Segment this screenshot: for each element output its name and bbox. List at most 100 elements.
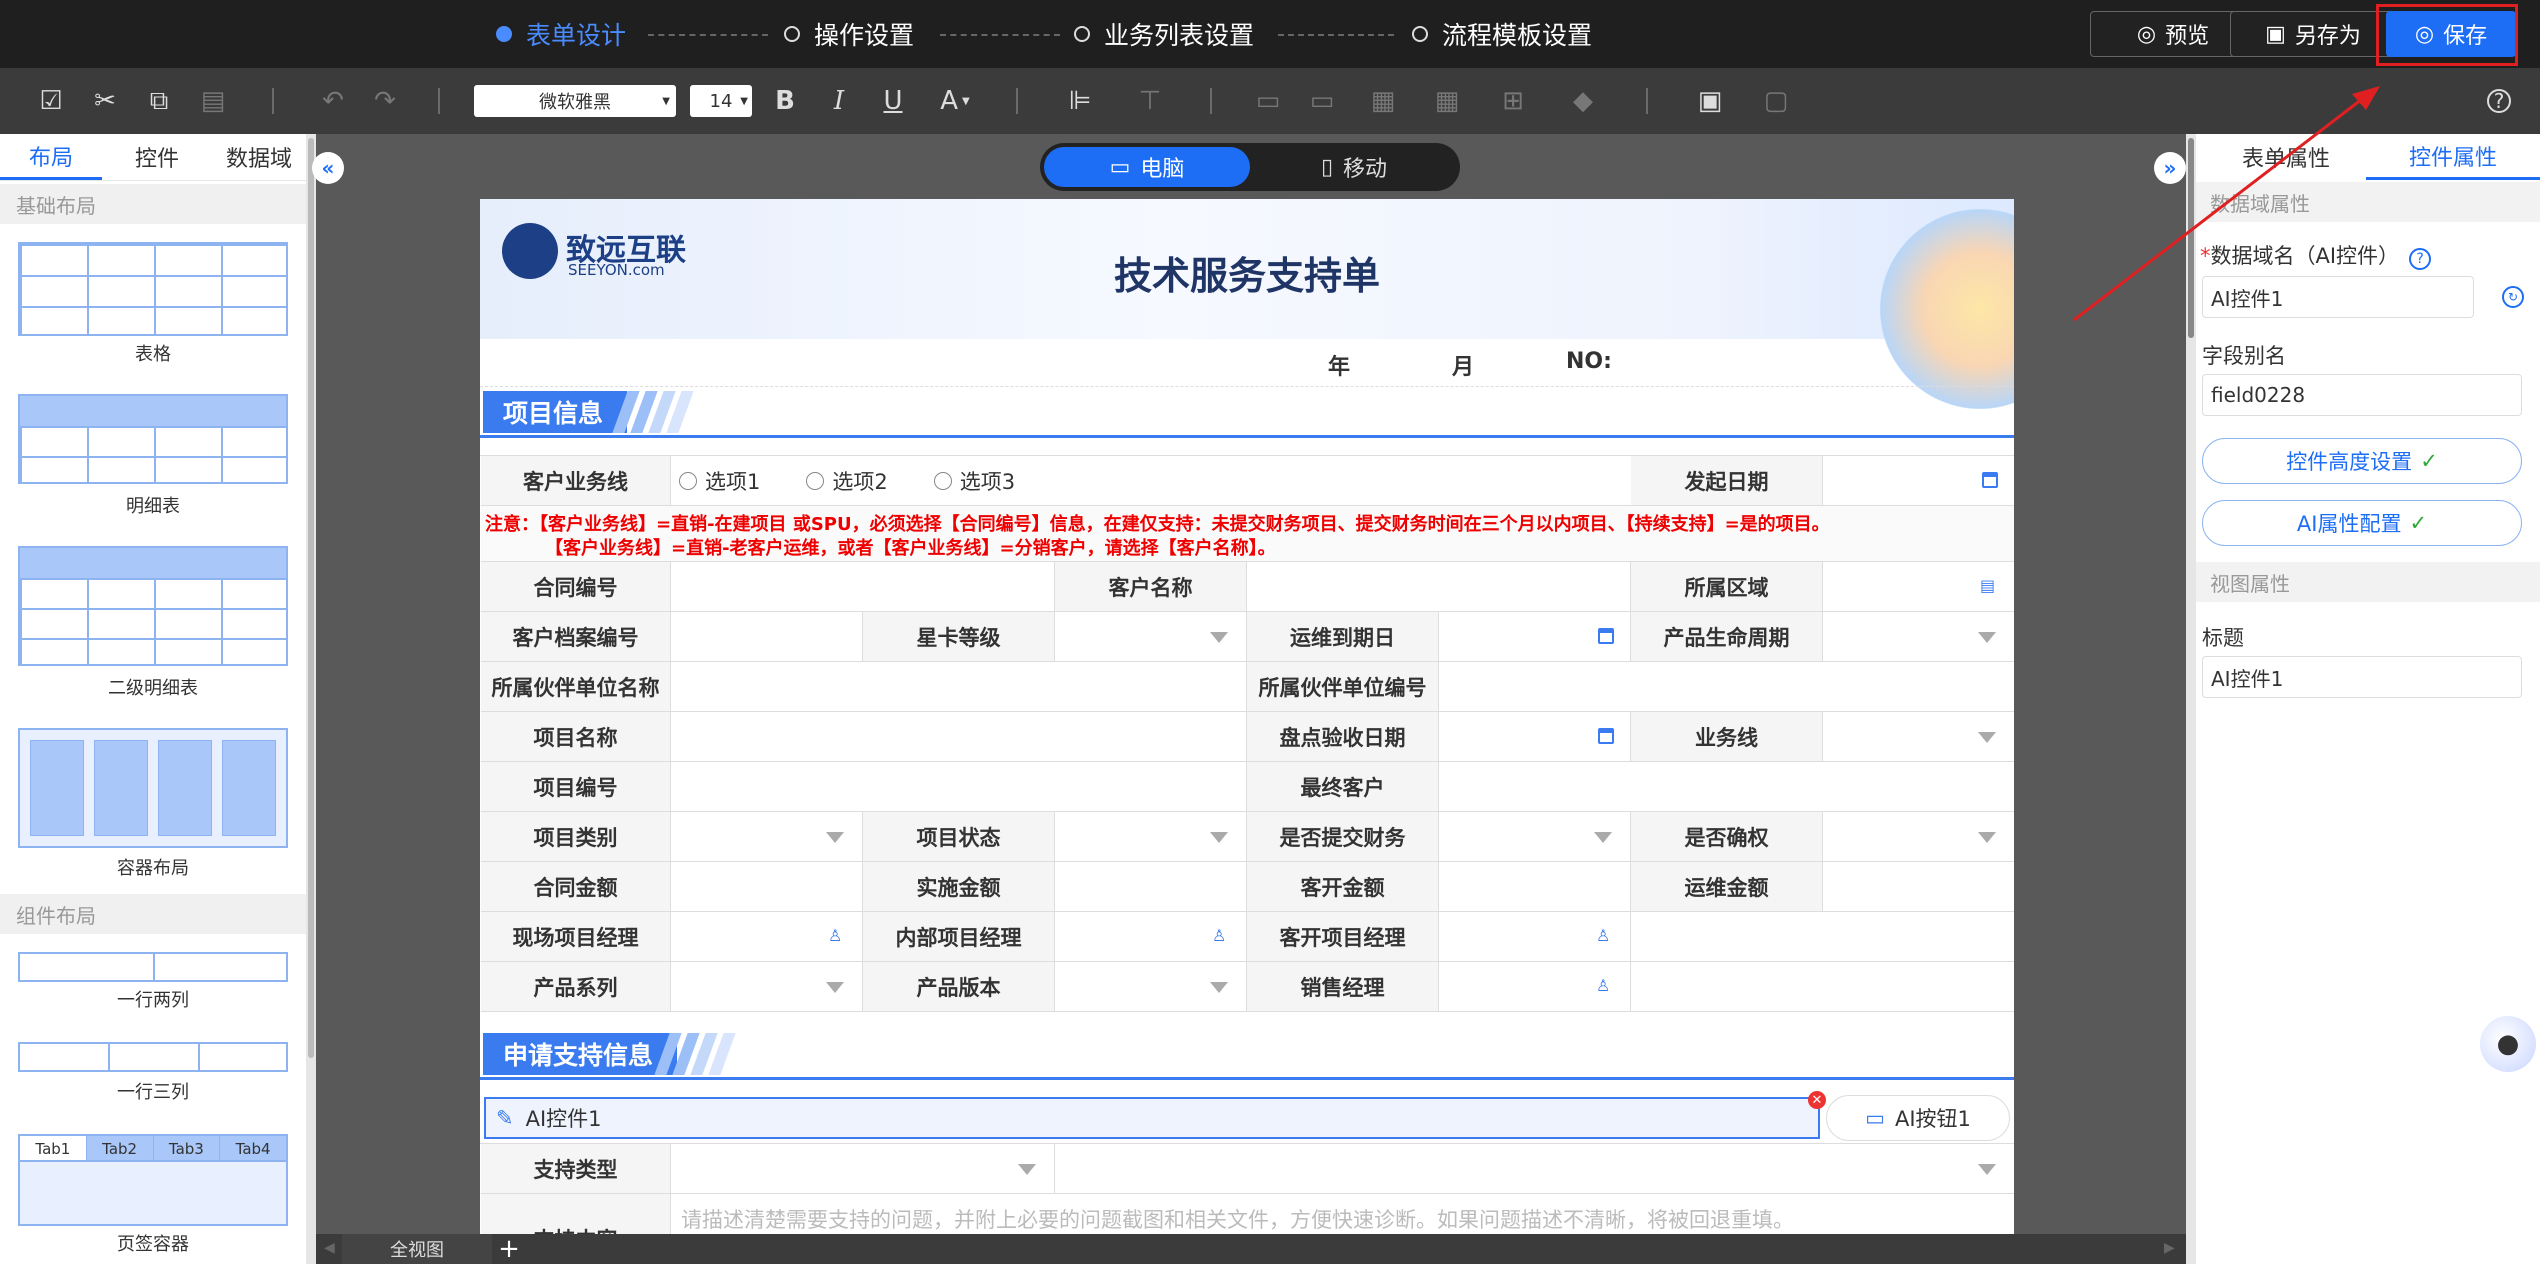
maint-expiry-field[interactable] [1439,612,1631,662]
align-left-icon[interactable]: ⊫ [1060,68,1100,134]
delete-icon[interactable]: ✕ [1808,1091,1826,1109]
partner-no-field[interactable] [1439,662,2014,712]
sales-manager-field[interactable]: ♙ [1439,962,1631,1012]
device-pc-button[interactable]: ▭ 电脑 [1044,147,1250,187]
star-level-select[interactable] [1055,612,1247,662]
title-input[interactable]: AI控件1 [2202,656,2522,698]
left-scrollbar[interactable] [306,134,316,1264]
step-connector [648,34,768,36]
scroll-thumb[interactable] [308,138,314,1058]
save-as-button[interactable]: ▣ 另存为 [2230,11,2396,57]
layout-subdetail-thumb[interactable] [18,546,288,666]
final-customer-field[interactable] [1439,762,2014,812]
layout-icon[interactable]: ▣ [1690,68,1730,134]
chevron-down-icon: ▼ [662,95,670,107]
scroll-right-icon[interactable]: ▶ [2164,1240,2175,1256]
font-size-select[interactable]: 14 ▼ [690,85,752,117]
region-field[interactable]: ▤ [1823,562,2014,612]
ai-button[interactable]: ▭ AI按钮1 [1826,1095,2010,1141]
font-family-select[interactable]: 微软雅黑 ▼ [474,85,676,117]
cut-icon[interactable]: ✂ [90,68,120,134]
product-lifecycle-select[interactable] [1823,612,2014,662]
delete-row-icon[interactable]: ▦ [1424,68,1470,134]
assistant-robot-icon[interactable]: ● [2480,1016,2536,1072]
alias-input[interactable]: field0228 [2202,374,2522,416]
support-subtype-select[interactable] [1055,1144,2014,1194]
tab-chip: Tab2 [86,1136,154,1160]
add-view-button[interactable]: + [494,1234,524,1264]
layout-detail-thumb[interactable] [18,394,288,484]
help-icon[interactable]: ? [2409,248,2432,270]
full-view-tab[interactable]: 全视图 [342,1234,492,1264]
redo-icon[interactable]: ↷ [370,68,400,134]
impl-amount-field[interactable] [1055,862,1247,912]
ai-control-field[interactable]: ✎ AI控件1 ✕ [484,1091,1826,1139]
maint-amount-field[interactable] [1823,862,2014,912]
layout-two-col-thumb[interactable] [18,952,288,982]
support-content-textarea[interactable]: 请描述清楚需要支持的问题，并附上必要的问题截图和相关文件，方便快速诊断。如果问题… [671,1194,2014,1234]
form-title[interactable]: 技术服务支持单 [480,245,2014,300]
alias-label: 字段别名 [2202,344,2286,368]
radio-option-1[interactable]: 选项1 [679,466,760,496]
merge-cells-icon[interactable]: ▭ [1250,68,1286,134]
contract-amount-field[interactable] [671,862,863,912]
chevron-down-icon [1978,832,1996,843]
ai-config-button[interactable]: AI属性配置 ✓ [2202,500,2522,546]
contract-no-field[interactable] [671,562,1055,612]
select-all-icon[interactable]: ☑ [36,68,66,134]
undo-icon[interactable]: ↶ [318,68,348,134]
tab-data-domain[interactable]: 数据域 [212,134,306,180]
layout-three-col-thumb[interactable] [18,1042,288,1072]
fill-color-icon[interactable]: ◆ [1560,68,1606,134]
scroll-left-icon[interactable]: ◀ [324,1240,335,1256]
step-form-design[interactable]: 表单设计 [496,0,626,68]
border-icon[interactable]: ⊞ [1490,68,1536,134]
device-mobile-button[interactable]: ▯ 移动 [1252,147,1456,187]
step-operation-settings[interactable]: 操作设置 [784,0,914,68]
step-list-settings[interactable]: 业务列表设置 [1074,0,1254,68]
bold-icon[interactable]: B [770,68,800,134]
project-no-field[interactable] [671,762,1247,812]
product-series-select[interactable] [671,962,863,1012]
archive-no-field[interactable] [671,612,863,662]
project-status-select[interactable] [1055,812,1247,862]
copy-icon[interactable]: ⧉ [144,68,174,134]
partner-name-field[interactable] [671,662,1247,712]
tab-controls[interactable]: 控件 [102,134,212,180]
customer-amount-field[interactable] [1439,862,1631,912]
collapse-left-icon[interactable]: « [312,152,344,184]
step-flow-template[interactable]: 流程模板设置 [1412,0,1592,68]
business-line-select[interactable] [1823,712,2014,762]
project-name-field[interactable] [671,712,1247,762]
layout-table-thumb[interactable] [18,242,288,336]
italic-icon[interactable]: I [824,68,854,134]
acceptance-date-field[interactable] [1439,712,1631,762]
internal-pm-field[interactable]: ♙ [1055,912,1247,962]
tab-layout[interactable]: 布局 [0,134,102,180]
radio-option-3[interactable]: 选项3 [933,466,1015,496]
underline-icon[interactable]: U [878,68,908,134]
section-title: 项目信息 [483,391,628,433]
help-icon[interactable]: ? [2484,68,2514,134]
start-date-field[interactable] [1823,456,2014,506]
insert-row-icon[interactable]: ▦ [1360,68,1406,134]
confirmed-select[interactable] [1823,812,2014,862]
project-type-select[interactable] [671,812,863,862]
height-setting-button[interactable]: 控件高度设置 ✓ [2202,438,2522,484]
radio-option-2[interactable]: 选项2 [806,466,888,496]
customer-name-field[interactable] [1247,562,1631,612]
vertical-align-icon[interactable]: ⊤ [1130,68,1170,134]
paste-icon[interactable]: ▤ [198,68,228,134]
custom-pm-field[interactable]: ♙ [1439,912,1631,962]
form-page: 致远互联 SEEYON.com 技术服务支持单 年 月 NO: 项目信息 客户业… [480,199,2014,1234]
support-type-select[interactable] [671,1144,1055,1194]
product-version-select[interactable] [1055,962,1247,1012]
layout-container-thumb[interactable] [18,728,288,848]
layout-tab-container-thumb[interactable]: Tab1 Tab2 Tab3 Tab4 [18,1134,288,1226]
font-color-icon[interactable]: A ▼ [930,68,980,134]
layout2-icon[interactable]: ▢ [1756,68,1796,134]
site-pm-field[interactable]: ♙ [671,912,863,962]
submitted-finance-select[interactable] [1439,812,1631,862]
sync-icon[interactable]: ↻ [2502,286,2524,308]
split-cells-icon[interactable]: ▭ [1304,68,1340,134]
